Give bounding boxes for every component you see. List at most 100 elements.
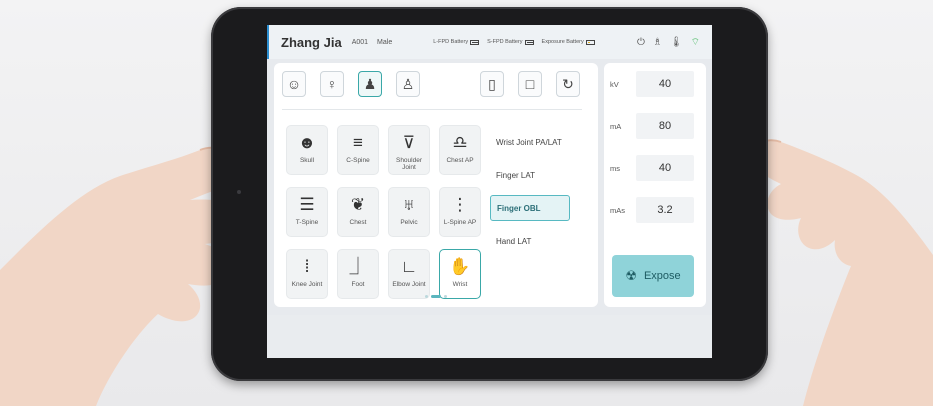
exposure-battery: Exposure Battery [542, 39, 595, 45]
body-part-label: Pelvic [400, 219, 418, 226]
body-part-skull[interactable]: ☻ Skull [286, 125, 328, 175]
patient-name: Zhang Jia [281, 34, 342, 50]
body-part-label: T-Spine [295, 219, 319, 226]
body-side-pose-icon: ♙ [401, 75, 415, 92]
body-part-label: Chest [349, 219, 367, 226]
body-part-label: Foot [351, 281, 365, 288]
param-label: mA [610, 121, 622, 131]
skull-icon: ☻ [298, 133, 316, 152]
view-item-finger-lat[interactable]: Finger LAT [490, 162, 590, 188]
l-spine-icon: ⋮ [451, 195, 469, 214]
body-side-pose-button[interactable]: ♙ [396, 71, 420, 97]
t-spine-icon: ☰ [299, 195, 315, 214]
body-part-foot[interactable]: ⏌ Foot [337, 249, 379, 299]
view-list: Wrist Joint PA/LAT Finger LAT Finger OBL… [490, 129, 590, 261]
head-pose-icon: ☺ [286, 76, 302, 92]
body-part-label: Knee Joint [291, 281, 323, 288]
body-part-wrist[interactable]: ✋ Wrist [439, 249, 481, 299]
patient-sex: Male [377, 38, 393, 46]
thermometer-icon: 🌡︎ [669, 36, 683, 48]
body-part-panel: ☺ ♀ ♟ ♙ ▯ □ ↻ ☻ Skull ≡ C-Spine ⊽ Should… [274, 63, 598, 307]
page-indicator [274, 295, 598, 298]
body-part-label: L-Spine AP [443, 219, 477, 226]
rotate-button[interactable]: ↻ [556, 71, 580, 97]
status-icons: ⏻ ♗ 🌡︎ ⌔ [637, 36, 700, 49]
detector-selector: ▯ □ ↻ [480, 71, 580, 97]
body-part-label: Skull [299, 157, 315, 164]
pelvis-icon: ♅ [402, 195, 416, 214]
power-icon[interactable]: ⏻ [637, 37, 645, 48]
person-icon: ♗ [652, 36, 662, 48]
hand-icon: ✋ [449, 257, 471, 276]
param-mas: mAs 3.2 [610, 197, 694, 223]
body-part-label: Chest AP [446, 157, 474, 164]
head-pose-button[interactable]: ☺ [282, 71, 306, 97]
rotate-icon: ↻ [562, 75, 574, 92]
body-part-c-spine[interactable]: ≡ C-Spine [337, 125, 379, 175]
s-fpd-battery-label: S-FPD Battery [487, 39, 523, 45]
body-part-t-spine[interactable]: ☰ T-Spine [286, 187, 328, 237]
wifi-icon: ⌔ [690, 36, 700, 48]
body-part-chest-ap[interactable]: ♎ Chest AP [439, 125, 481, 175]
expose-label: Expose [643, 270, 681, 282]
small-detector-button[interactable]: □ [518, 71, 542, 97]
body-part-l-spine-ap[interactable]: ⋮ L-Spine AP [439, 187, 481, 237]
param-label: ms [610, 163, 620, 173]
lungs-icon: ♎ [452, 133, 468, 152]
battery-group: L-FPD Battery S-FPD Battery Exposure Bat… [433, 39, 602, 45]
expose-button[interactable]: ☢ Expose [612, 255, 694, 297]
param-kv: kV 40 [610, 71, 694, 97]
exposure-battery-label: Exposure Battery [541, 39, 584, 45]
body-part-elbow-joint[interactable]: ∟ Elbow Joint [388, 249, 430, 299]
panel-divider [282, 109, 582, 110]
battery-icon [470, 39, 480, 45]
standing-pose-icon: ♀ [326, 76, 338, 92]
page-dot[interactable] [444, 295, 447, 298]
body-part-chest[interactable]: ❦ Chest [337, 187, 379, 237]
top-status-bar: Zhang Jia A001 Male L-FPD Battery S-FPD … [267, 25, 712, 59]
foot-icon: ⏌ [349, 257, 367, 276]
battery-icon [524, 39, 534, 45]
small-detector-icon: □ [525, 76, 535, 92]
param-ma: mA 80 [610, 113, 694, 139]
shoulder-icon: ⊽ [402, 133, 416, 152]
large-detector-icon: ▯ [488, 75, 496, 92]
l-fpd-battery: L-FPD Battery [433, 39, 480, 45]
body-part-shoulder-joint[interactable]: ⊽ Shoulder Joint [388, 125, 430, 175]
pose-selector: ☺ ♀ ♟ ♙ [282, 71, 420, 97]
body-front-pose-button[interactable]: ♟ [358, 71, 382, 97]
l-fpd-battery-label: L-FPD Battery [433, 39, 469, 45]
body-front-pose-icon: ♟ [363, 75, 377, 92]
body-part-label: C-Spine [346, 157, 370, 164]
c-spine-icon: ≡ [353, 133, 363, 152]
param-label: kV [610, 79, 619, 89]
page-dot[interactable] [425, 295, 428, 298]
body-part-label: Elbow Joint [392, 281, 426, 288]
bottom-area [267, 315, 712, 358]
app-screen: Zhang Jia A001 Male L-FPD Battery S-FPD … [267, 25, 712, 358]
body-part-label: Shoulder Joint [395, 157, 423, 171]
body-part-knee-joint[interactable]: ⦙ Knee Joint [286, 249, 328, 299]
mas-value-field[interactable]: 3.2 [636, 197, 694, 223]
param-label: mAs [610, 205, 625, 215]
battery-low-icon [585, 39, 595, 45]
knee-icon: ⦙ [305, 257, 309, 276]
param-ms: ms 40 [610, 155, 694, 181]
page-dot-active[interactable] [431, 295, 441, 298]
body-part-pelvic[interactable]: ♅ Pelvic [388, 187, 430, 237]
tablet-camera [237, 190, 241, 194]
view-item-hand-lat[interactable]: Hand LAT [490, 228, 590, 254]
standing-pose-button[interactable]: ♀ [320, 71, 344, 97]
exposure-parameters-panel: kV 40 mA 80 ms 40 mAs 3.2 ☢ Expose [604, 63, 706, 307]
ms-value-field[interactable]: 40 [636, 155, 694, 181]
view-item-wrist-joint-pa-lat[interactable]: Wrist Joint PA/LAT [490, 129, 590, 155]
large-detector-button[interactable]: ▯ [480, 71, 504, 97]
view-item-finger-obl[interactable]: Finger OBL [490, 195, 570, 221]
body-part-label: Wrist [452, 281, 468, 288]
ma-value-field[interactable]: 80 [636, 113, 694, 139]
elbow-icon: ∟ [400, 257, 418, 276]
radiation-icon: ☢ [625, 268, 637, 283]
s-fpd-battery: S-FPD Battery [487, 39, 534, 45]
kv-value-field[interactable]: 40 [636, 71, 694, 97]
patient-id: A001 [351, 38, 369, 46]
